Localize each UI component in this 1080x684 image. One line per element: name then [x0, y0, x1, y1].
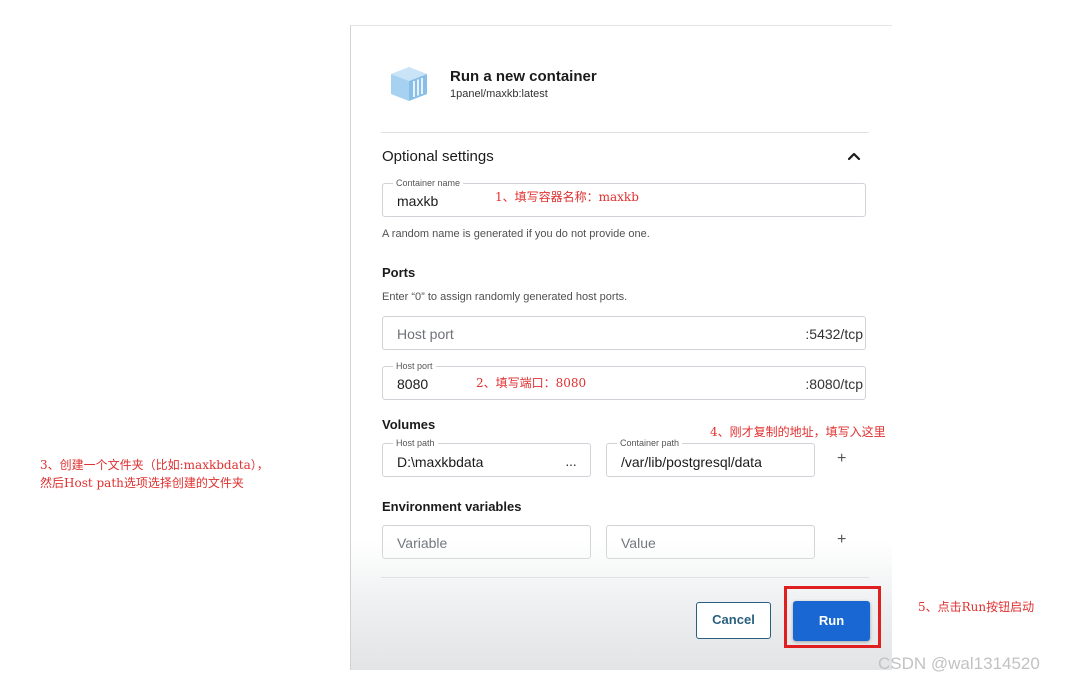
host-path-label: Host path	[393, 438, 438, 448]
cancel-button[interactable]: Cancel	[696, 602, 771, 639]
env-title: Environment variables	[382, 499, 522, 514]
container-path-label: Container path	[617, 438, 683, 448]
host-path-field[interactable]: Host path D:\maxkbdata ···	[382, 438, 591, 477]
host-port-field-5432[interactable]: Host port :5432/tcp	[382, 316, 866, 350]
container-name-label: Container name	[393, 178, 464, 188]
header-divider	[381, 132, 869, 133]
env-value-placeholder: Value	[621, 535, 656, 551]
ports-hint: Enter “0” to assign randomly generated h…	[382, 291, 628, 303]
dialog-title: Run a new container	[450, 68, 597, 85]
env-variable-field[interactable]: Variable	[382, 525, 591, 559]
host-port-value: 8080	[397, 376, 429, 392]
run-button[interactable]: Run	[793, 601, 870, 641]
watermark: CSDN @wal1314520	[878, 654, 1040, 673]
container-name-hint: A random name is generated if you do not…	[382, 228, 650, 240]
host-port-placeholder: Host port	[397, 326, 454, 342]
annotation-1: 1、填写容器名称：maxkb	[495, 190, 639, 204]
env-value-field[interactable]: Value	[606, 525, 815, 559]
container-path-value: /var/lib/postgresql/data	[621, 454, 762, 470]
host-port-label: Host port	[393, 361, 436, 371]
optional-settings-title: Optional settings	[382, 148, 494, 165]
container-name-value: maxkb	[397, 193, 439, 209]
annotation-5: 5、点击Run按钮启动	[918, 600, 1035, 614]
chevron-up-icon[interactable]	[846, 148, 862, 164]
annotation-2: 2、填写端口：8080	[476, 376, 587, 390]
add-env-icon[interactable]: +	[837, 531, 846, 549]
dialog-header: Run a new container 1panel/maxkb:latest	[387, 64, 867, 104]
container-box-icon	[391, 67, 427, 101]
volumes-title: Volumes	[382, 417, 436, 432]
container-port-5432: :5432/tcp	[805, 326, 863, 342]
env-variable-placeholder: Variable	[397, 535, 448, 551]
host-port-field-8080[interactable]: Host port 8080 :8080/tcp	[382, 361, 866, 400]
add-volume-icon[interactable]: +	[837, 450, 846, 468]
host-path-value: D:\maxkbdata	[397, 454, 484, 470]
annotation-4: 4、刚才复制的地址，填写入这里	[710, 425, 886, 439]
container-port-8080: :8080/tcp	[805, 376, 863, 392]
footer-divider	[381, 577, 869, 578]
annotation-3-line2: 然后Host path选项选择创建的文件夹	[40, 476, 244, 490]
ports-title: Ports	[382, 265, 416, 280]
image-name: 1panel/maxkb:latest	[450, 88, 548, 100]
container-path-field[interactable]: Container path /var/lib/postgresql/data	[606, 438, 815, 477]
browse-icon[interactable]: ···	[565, 456, 577, 472]
run-container-dialog: Run a new container 1panel/maxkb:latest …	[350, 25, 892, 670]
annotation-3-line1: 3、创建一个文件夹（比如:maxkbdata），	[40, 458, 269, 472]
